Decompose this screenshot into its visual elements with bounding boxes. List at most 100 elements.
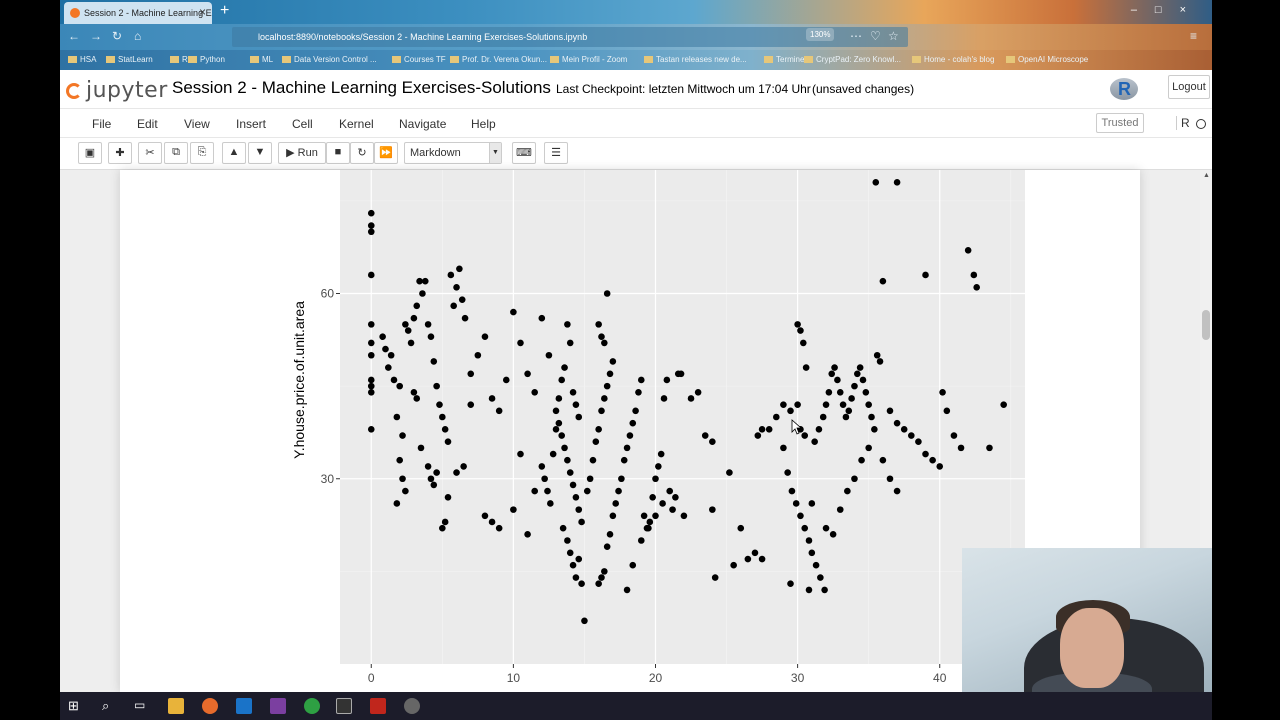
zoom-indicator[interactable]: 130% (806, 28, 835, 41)
star-icon[interactable]: ☆ (888, 29, 899, 43)
screen: Session 2 - Machine Learning E... × + –□… (0, 0, 1280, 720)
data-point (836, 506, 844, 513)
cell-type-select[interactable]: Markdown ▼ (404, 142, 502, 164)
back-icon[interactable]: ← (68, 29, 80, 43)
data-point (680, 512, 688, 520)
data-point (404, 327, 412, 334)
data-point (687, 395, 695, 402)
bookmark-item[interactable]: StatLearn (106, 55, 153, 64)
insert-cell-button[interactable]: ✚ (108, 142, 132, 164)
data-point (450, 302, 457, 310)
bookmark-item[interactable]: Termine (764, 55, 804, 64)
bookmark-item[interactable]: R (170, 55, 188, 64)
windows-start-icon[interactable]: ⊞ (68, 698, 84, 714)
data-point (758, 426, 766, 433)
new-tab-icon[interactable]: + (220, 2, 229, 20)
file-explorer-icon[interactable] (168, 698, 184, 714)
window-controls[interactable]: –□× (1131, 4, 1204, 16)
bookmark-item[interactable]: Prof. Dr. Verena Okun... (450, 55, 547, 64)
bookmark-item[interactable]: CryptPad: Zero Knowl... (804, 55, 901, 64)
scrollbar-thumb[interactable] (1202, 310, 1210, 340)
menu-bar: File Edit View Insert Cell Kernel Naviga… (60, 108, 1212, 138)
menu-navigate[interactable]: Navigate (399, 117, 446, 131)
command-palette-button[interactable]: ⌨ (512, 142, 536, 164)
outlook-icon[interactable] (236, 698, 252, 714)
data-point (396, 382, 403, 390)
copy-button[interactable]: ⧉ (164, 142, 188, 164)
browser-tab[interactable]: Session 2 - Machine Learning E... × (64, 2, 212, 24)
toc-button[interactable]: ☰ (544, 142, 568, 164)
more-icon[interactable]: ⋯ (850, 29, 862, 43)
paste-button[interactable]: ⎘ (190, 142, 214, 164)
data-point (817, 574, 824, 581)
data-point (595, 426, 602, 433)
scroll-up-icon[interactable]: ▲ (1203, 172, 1210, 179)
bookmark-item[interactable]: Home - colah's blog (912, 55, 994, 64)
notebook-title[interactable]: Session 2 - Machine Learning Exercises-S… (172, 78, 551, 98)
person-head (1060, 608, 1124, 688)
pocket-icon[interactable]: ♡ (870, 29, 881, 43)
data-point (801, 432, 809, 439)
firefox-icon[interactable] (202, 698, 218, 714)
menu-kernel[interactable]: Kernel (339, 117, 374, 131)
data-point (382, 345, 389, 353)
run-button[interactable]: ▶︎ Run (278, 142, 326, 164)
bookmark-item[interactable]: OpenAI Microscope (1006, 55, 1088, 64)
bookmark-item[interactable]: ML (250, 55, 273, 64)
bookmark-item[interactable]: HSA (68, 55, 96, 64)
data-point (868, 413, 875, 421)
restart-button[interactable]: ↻ (350, 142, 374, 164)
data-point (595, 580, 602, 588)
save-button[interactable]: ▣ (78, 142, 102, 164)
data-point (393, 413, 401, 421)
move-up-button[interactable]: ▲ (222, 142, 246, 164)
data-point (399, 432, 406, 439)
menu-icon[interactable]: ≡ (1190, 29, 1197, 43)
task-view-icon[interactable]: ▭ (134, 698, 150, 714)
cut-button[interactable]: ✂ (138, 142, 162, 164)
home-icon[interactable]: ⌂ (134, 29, 141, 43)
menu-help[interactable]: Help (471, 117, 496, 131)
data-point (655, 463, 662, 470)
jupyter-logo[interactable]: jupyter (66, 78, 168, 103)
data-point (547, 500, 554, 507)
close-tab-icon[interactable]: × (199, 5, 206, 19)
logout-button[interactable]: Logout (1168, 75, 1210, 99)
move-down-button[interactable]: ▼ (248, 142, 272, 164)
terminal-icon[interactable] (336, 698, 352, 714)
data-point (387, 351, 395, 359)
restart-run-all-button[interactable]: ⏩ (374, 142, 398, 164)
data-point (393, 500, 401, 507)
data-point (629, 561, 637, 569)
data-point (964, 246, 972, 254)
data-point (792, 500, 800, 507)
green-app-icon[interactable] (304, 698, 320, 714)
bookmark-item[interactable]: Courses TF (392, 55, 446, 64)
data-point (672, 493, 679, 501)
bookmark-item[interactable]: Python (188, 55, 225, 64)
data-point (578, 518, 585, 526)
menu-file[interactable]: File (92, 117, 111, 131)
forward-icon[interactable]: → (90, 29, 102, 43)
search-icon[interactable]: ⌕ (102, 698, 118, 714)
data-point (402, 321, 409, 328)
data-point (419, 290, 426, 297)
bookmark-item[interactable]: Mein Profil - Zoom (550, 55, 627, 64)
menu-edit[interactable]: Edit (137, 117, 158, 131)
menu-view[interactable]: View (184, 117, 210, 131)
data-point (858, 456, 865, 464)
settings-icon[interactable] (404, 698, 420, 714)
bookmark-item[interactable]: Tastan releases new de... (644, 55, 747, 64)
menu-insert[interactable]: Insert (236, 117, 266, 131)
data-point (572, 574, 580, 581)
onenote-icon[interactable] (270, 698, 286, 714)
reload-icon[interactable]: ↻ (112, 29, 122, 43)
bookmark-item[interactable]: Data Version Control ... (282, 55, 377, 64)
data-point (879, 456, 887, 464)
data-point (474, 351, 482, 359)
menu-cell[interactable]: Cell (292, 117, 313, 131)
play-icon: ▶︎ (286, 147, 298, 159)
trusted-indicator[interactable]: Trusted (1096, 113, 1144, 133)
acrobat-icon[interactable] (370, 698, 386, 714)
interrupt-button[interactable]: ■ (326, 142, 350, 164)
